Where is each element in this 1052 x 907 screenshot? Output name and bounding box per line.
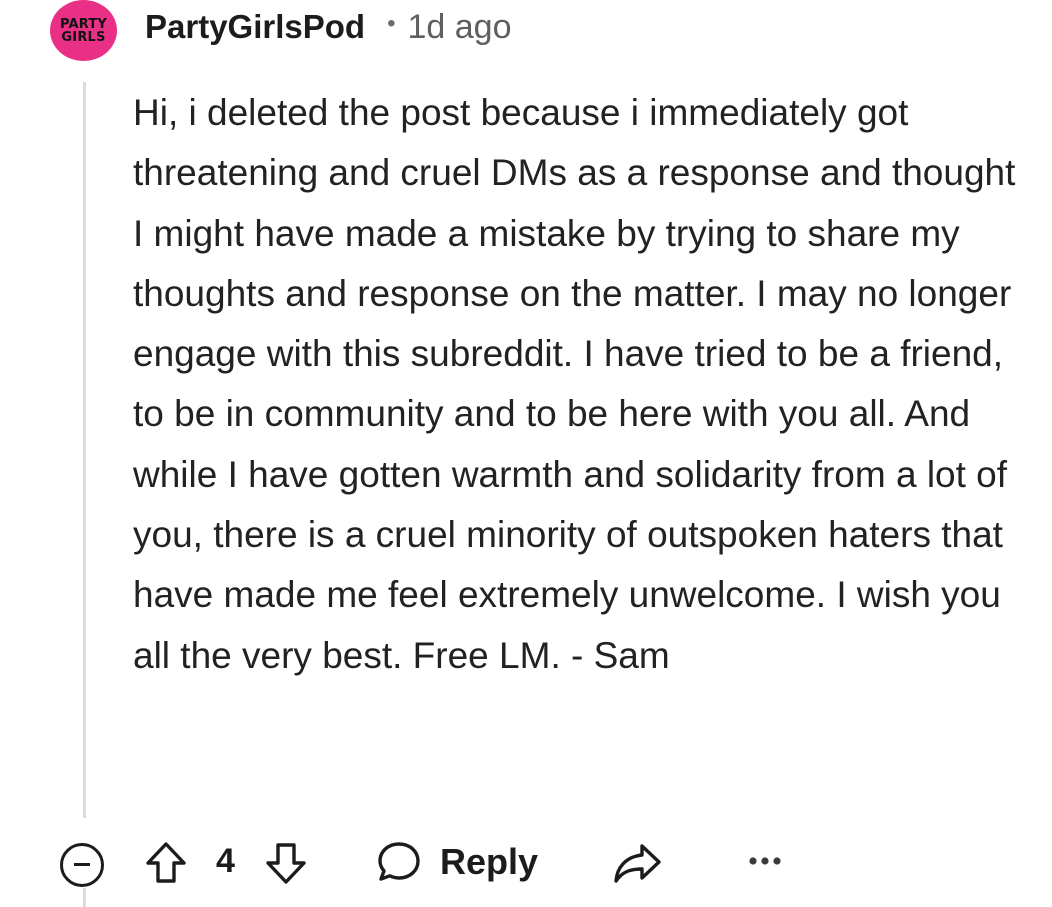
username[interactable]: PartyGirlsPod xyxy=(145,8,365,46)
collapse-minus-icon[interactable] xyxy=(60,843,104,887)
vote-count: 4 xyxy=(216,842,235,880)
comment-actions-bar: 4 Reply xyxy=(0,830,1052,894)
reply-button[interactable]: Reply xyxy=(376,838,538,886)
reply-label: Reply xyxy=(440,841,539,882)
comment-body: Hi, i deleted the post because i immedia… xyxy=(133,92,1016,676)
separator-dot: • xyxy=(387,10,396,37)
share-arrow-icon[interactable] xyxy=(612,842,662,884)
comment-header: PartyGirlsPod • 1d ago xyxy=(145,5,511,49)
arrow-up-outline-icon[interactable] xyxy=(143,840,189,886)
avatar-logo-line-2: GIRLS xyxy=(61,29,106,45)
arrow-down-outline-icon[interactable] xyxy=(263,840,309,886)
avatar[interactable]: PARTY GIRLS xyxy=(50,0,117,61)
timestamp: 1d ago xyxy=(407,7,512,46)
avatar-logo-line-1: PARTY xyxy=(59,16,108,32)
more-dots-icon[interactable] xyxy=(748,854,782,868)
comment: PARTY GIRLS PartyGirlsPod • 1d ago Hi, i… xyxy=(0,0,1052,907)
speech-bubble-icon xyxy=(378,842,420,881)
thread-line[interactable] xyxy=(83,82,86,818)
